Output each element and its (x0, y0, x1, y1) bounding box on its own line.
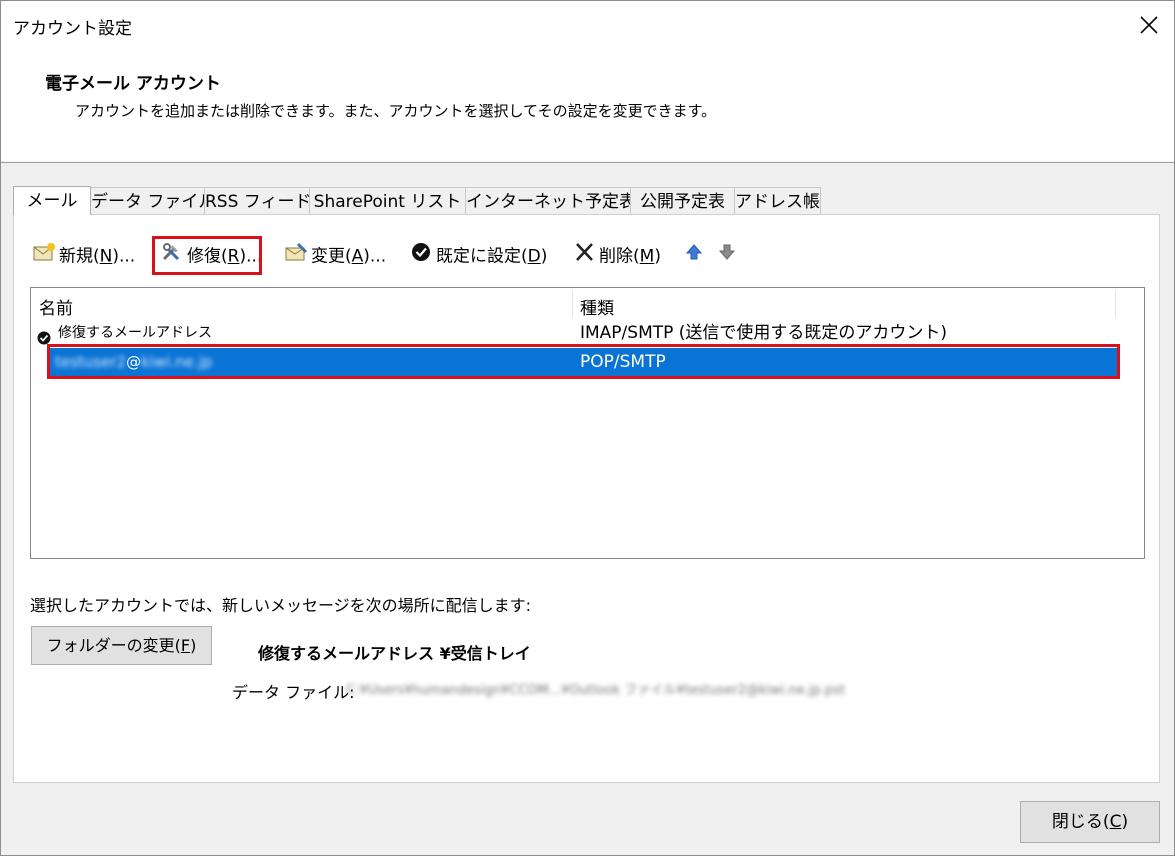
column-divider (572, 290, 573, 318)
delivery-info-text: 選択したアカウントでは、新しいメッセージを次の場所に配信します: (30, 596, 532, 615)
checkmark-circle-icon (411, 242, 433, 271)
account-name: 修復するメールアドレス (58, 325, 212, 341)
data-file-label: データ ファイル: (232, 683, 355, 702)
change-account-button[interactable]: 変更(A)... (284, 242, 386, 270)
dialog-header-area: アカウント設定 電子メール アカウント アカウントを追加または削除できます。また… (1, 1, 1174, 161)
close-button[interactable]: 閉じる(C) (1020, 801, 1160, 843)
data-file-path: C:¥Users¥humandesign¥CCOM...¥Outlook ファイ… (346, 683, 846, 698)
move-up-button[interactable] (684, 242, 707, 270)
set-default-button[interactable]: 既定に設定(D) (411, 242, 547, 270)
default-account-check-icon (37, 326, 51, 354)
delivery-folder-path: 修復するメールアドレス ¥受信トレイ (258, 644, 531, 663)
change-mail-icon (284, 242, 308, 271)
repair-button[interactable]: 修復(R)... (160, 242, 262, 270)
close-icon (1140, 16, 1158, 34)
tab-address-books[interactable]: アドレス帳 (734, 187, 821, 214)
account-type: POP/SMTP (580, 352, 666, 372)
delete-x-icon (574, 242, 596, 271)
arrow-up-icon (684, 242, 704, 271)
change-folder-button[interactable]: フォルダーの変更(F) (31, 626, 212, 665)
header-description: アカウントを追加または削除できます。また、アカウントを選択してその設定を変更でき… (75, 102, 717, 120)
tab-mail[interactable]: メール (13, 186, 91, 215)
account-row-selected[interactable]: testuser2@kiwi.ne.jp POP/SMTP (50, 348, 1117, 376)
tab-sharepoint-lists[interactable]: SharePoint リスト (309, 187, 466, 214)
header-title: 電子メール アカウント (45, 74, 221, 94)
delete-account-button[interactable]: 削除(M) (574, 242, 661, 270)
new-mail-icon (32, 242, 56, 271)
tab-rss-feeds[interactable]: RSS フィード (204, 187, 311, 214)
new-account-button[interactable]: 新規(N)... (32, 242, 135, 270)
column-header-name[interactable]: 名前 (39, 294, 73, 319)
window-title: アカウント設定 (13, 19, 132, 39)
tools-repair-icon (160, 242, 184, 271)
account-row[interactable]: 修復するメールアドレス IMAP/SMTP (送信で使用する既定のアカウント) (31, 319, 1144, 347)
tab-internet-calendars[interactable]: インターネット予定表 (465, 187, 636, 214)
column-header-type[interactable]: 種類 (580, 294, 614, 319)
move-down-button[interactable] (717, 242, 740, 270)
tab-data-files[interactable]: データ ファイル (90, 187, 215, 214)
close-window-button[interactable] (1129, 7, 1169, 43)
tab-published-calendars[interactable]: 公開予定表 (630, 187, 735, 214)
column-divider (1115, 290, 1116, 318)
account-name: testuser2@kiwi.ne.jp (55, 353, 213, 371)
account-type: IMAP/SMTP (送信で使用する既定のアカウント) (580, 323, 948, 343)
header-divider (1, 162, 1174, 163)
accounts-list[interactable]: 名前 種類 修復するメールアドレス IMAP/SMTP (送信で使用する既定のア… (30, 287, 1145, 559)
arrow-down-icon (717, 242, 737, 271)
